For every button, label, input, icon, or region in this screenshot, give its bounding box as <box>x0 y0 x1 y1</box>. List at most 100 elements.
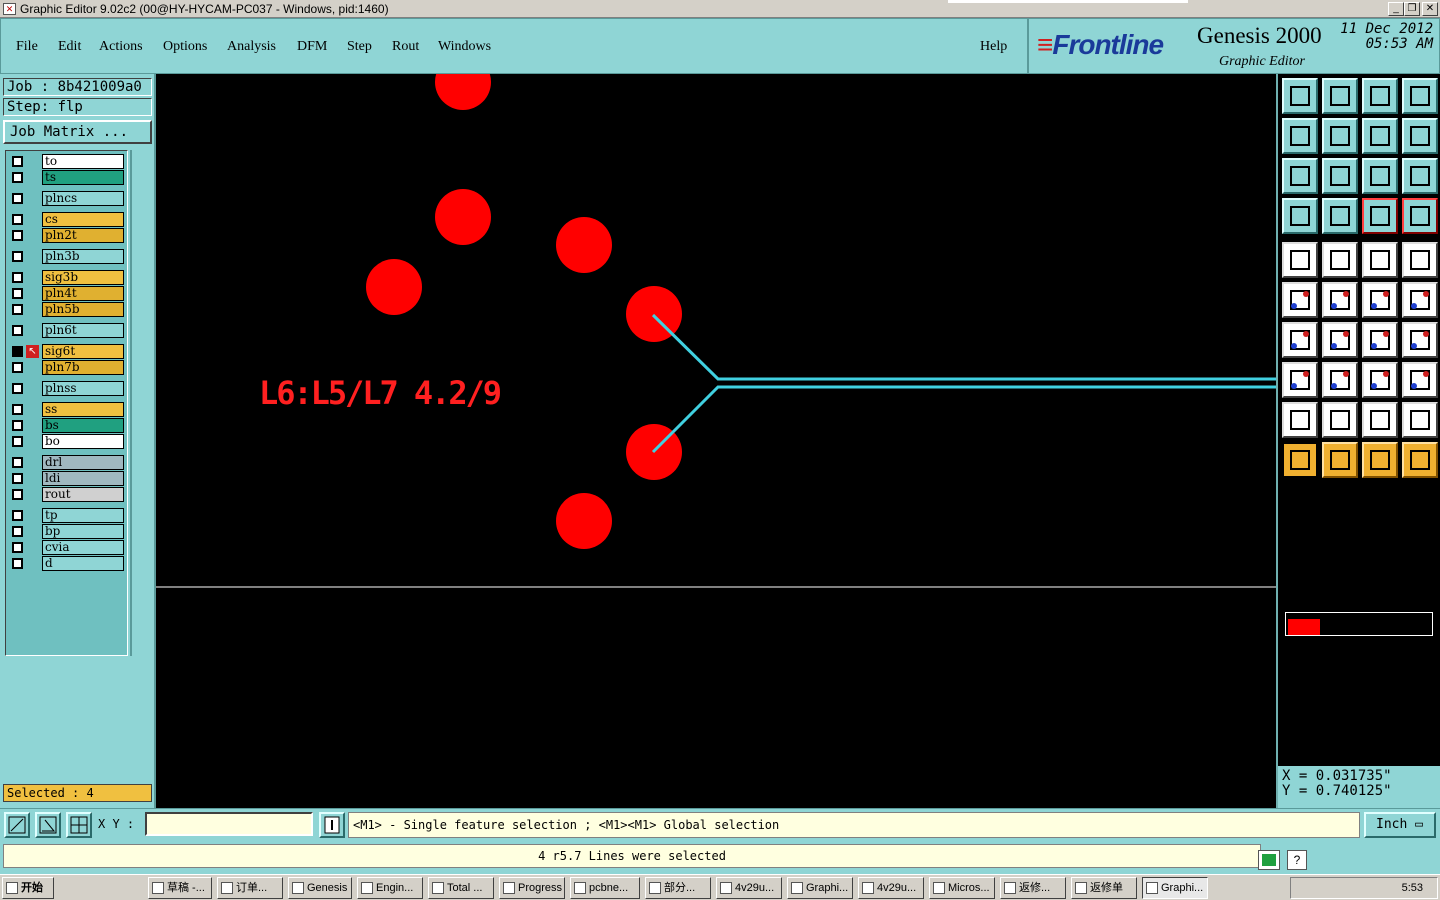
layer-checkbox[interactable] <box>12 489 23 500</box>
taskbar-item[interactable]: Total ... <box>428 877 494 899</box>
menu-rout[interactable]: Rout <box>392 39 419 55</box>
taskbar-item[interactable]: 订单... <box>217 877 283 899</box>
arc-icon[interactable] <box>1362 322 1398 358</box>
layer-row-bo[interactable]: bo <box>8 434 126 449</box>
layer-checkbox[interactable] <box>12 383 23 394</box>
erase-icon[interactable] <box>1402 402 1438 438</box>
close-button[interactable]: ✕ <box>1422 2 1438 16</box>
layer-checkbox[interactable] <box>12 436 23 447</box>
next-icon[interactable] <box>1322 118 1358 154</box>
layer-name[interactable]: bp <box>42 524 124 539</box>
taskbar-item[interactable]: Progress <box>499 877 565 899</box>
layer-row-pln5b[interactable]: pln5b <box>8 302 126 317</box>
taskbar-item[interactable]: Genesis <box>288 877 352 899</box>
layer-checkbox[interactable] <box>12 156 23 167</box>
layer-name[interactable]: to <box>42 154 124 169</box>
angle-icon[interactable] <box>1282 322 1318 358</box>
menu-file[interactable]: File <box>16 39 38 55</box>
add-shape-icon[interactable] <box>1322 242 1358 278</box>
trace-line[interactable] <box>651 313 1276 381</box>
layer-row-cs[interactable]: cs <box>8 212 126 227</box>
measure-angle-icon[interactable] <box>35 812 61 838</box>
select-pad-icon[interactable] <box>1282 362 1318 398</box>
layer-row-bp[interactable]: bp <box>8 524 126 539</box>
pad-icon[interactable] <box>1402 242 1438 278</box>
layer-checkbox[interactable] <box>12 473 23 484</box>
prev-icon[interactable] <box>1282 118 1318 154</box>
layer-name[interactable]: drl <box>42 455 124 470</box>
pad[interactable] <box>435 54 491 110</box>
zoom-box-icon[interactable] <box>4 812 30 838</box>
layer-name[interactable]: tp <box>42 508 124 523</box>
save-icon[interactable] <box>1322 78 1358 114</box>
layer-name[interactable]: ss <box>42 402 124 417</box>
job-matrix-button[interactable]: Job Matrix ... <box>3 120 152 144</box>
layer-name[interactable]: cs <box>42 212 124 227</box>
layer-name[interactable]: pln4t <box>42 286 124 301</box>
layer-row-ldi[interactable]: ldi <box>8 471 126 486</box>
layer-row-ss[interactable]: ss <box>8 402 126 417</box>
outline-icon[interactable] <box>1322 402 1358 438</box>
layer-name[interactable]: plncs <box>42 191 124 206</box>
layer-checkbox[interactable] <box>12 404 23 415</box>
layer-row-to[interactable]: to <box>8 154 126 169</box>
zoom-fit-icon[interactable] <box>1282 158 1318 194</box>
layer-name[interactable]: ldi <box>42 471 124 486</box>
zoom-ratio-icon[interactable] <box>1362 158 1398 194</box>
menu-actions[interactable]: Actions <box>99 39 143 55</box>
taskbar-item[interactable]: 4v29u... <box>716 877 782 899</box>
layer-name[interactable]: sig6t <box>42 344 124 359</box>
overview-minimap[interactable] <box>1285 612 1433 636</box>
layer-name[interactable]: pln6t <box>42 323 124 338</box>
layer-row-plncs[interactable]: plncs <box>8 191 126 206</box>
taskbar-item[interactable]: 草稿 -... <box>148 877 212 899</box>
grid-snap-icon[interactable] <box>66 812 92 838</box>
minimize-button[interactable]: _ <box>1388 2 1404 16</box>
snap-off-icon[interactable] <box>1402 198 1438 234</box>
taskbar-item[interactable]: Graphi... <box>1142 877 1208 899</box>
undo-icon[interactable] <box>1362 118 1398 154</box>
layer-name[interactable]: pln3b <box>42 249 124 264</box>
menu-dfm[interactable]: DFM <box>297 39 327 55</box>
menu-step[interactable]: Step <box>347 39 372 55</box>
graphic-canvas[interactable]: L6:L5/L7 4.2/9 <box>156 54 1276 808</box>
delete-node-icon[interactable] <box>1322 282 1358 318</box>
layer-name[interactable]: plnss <box>42 381 124 396</box>
info-icon[interactable] <box>319 812 345 838</box>
layer-name[interactable]: bs <box>42 418 124 433</box>
layer-row-pln7b[interactable]: pln7b <box>8 360 126 375</box>
layer-name[interactable]: ts <box>42 170 124 185</box>
query-icon[interactable] <box>1402 158 1438 194</box>
layer-name[interactable]: rout <box>42 487 124 502</box>
taskbar-item[interactable]: Engin... <box>357 877 423 899</box>
move-node-icon[interactable] <box>1362 282 1398 318</box>
route-icon[interactable] <box>1402 442 1438 478</box>
grid-icon[interactable] <box>1322 198 1358 234</box>
layer-checkbox[interactable] <box>12 193 23 204</box>
layer-name[interactable]: pln7b <box>42 360 124 375</box>
layer-checkbox[interactable] <box>12 542 23 553</box>
layer-checkbox[interactable] <box>12 230 23 241</box>
home-icon[interactable] <box>1362 78 1398 114</box>
menu-edit[interactable]: Edit <box>58 39 81 55</box>
layer-row-cvia[interactable]: cvia <box>8 540 126 555</box>
layer-checkbox[interactable] <box>12 288 23 299</box>
pad[interactable] <box>366 259 422 315</box>
resize-icon[interactable] <box>1362 362 1398 398</box>
pad[interactable] <box>556 217 612 273</box>
unit-selector[interactable]: Inch ▭ <box>1364 812 1436 838</box>
start-button[interactable]: 开始 <box>2 877 54 899</box>
fill-icon[interactable] <box>1362 402 1398 438</box>
layer-checkbox[interactable] <box>12 558 23 569</box>
layer-name[interactable]: d <box>42 556 124 571</box>
layer-row-bs[interactable]: bs <box>8 418 126 433</box>
menu-help[interactable]: Help <box>980 39 1007 55</box>
layer-checkbox[interactable] <box>12 510 23 521</box>
layer-checkbox[interactable] <box>12 172 23 183</box>
layer-row-drl[interactable]: drl <box>8 455 126 470</box>
canvas-annotation[interactable]: L6:L5/L7 4.2/9 <box>259 374 502 412</box>
layer-checkbox[interactable] <box>12 251 23 262</box>
layer-checkbox[interactable] <box>12 346 23 357</box>
layer-row-pln3b[interactable]: pln3b <box>8 249 126 264</box>
layer-name[interactable]: pln5b <box>42 302 124 317</box>
